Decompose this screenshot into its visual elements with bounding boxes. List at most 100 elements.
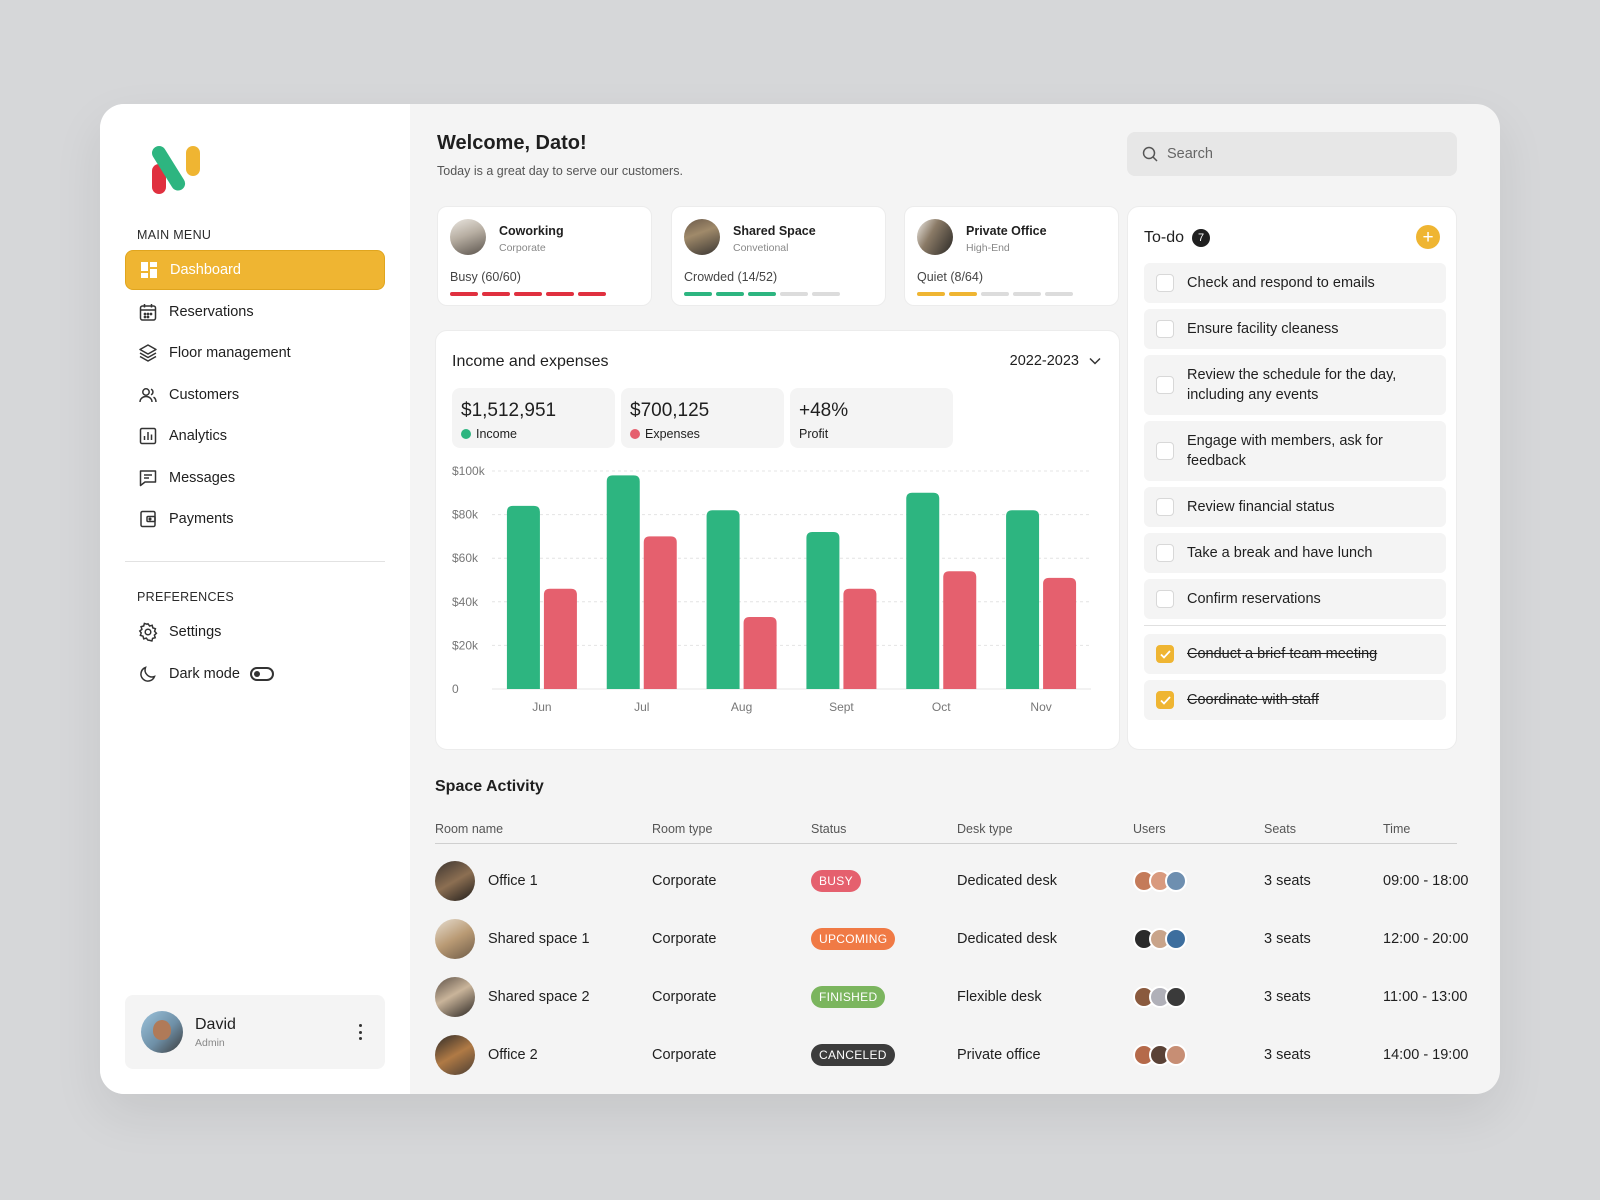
checkbox[interactable]	[1156, 590, 1174, 608]
checked-checkbox[interactable]	[1156, 691, 1174, 709]
income-bar	[1006, 510, 1040, 689]
occupancy-segment	[949, 292, 977, 296]
dark-mode-toggle[interactable]	[249, 666, 274, 681]
occupancy-segment	[514, 292, 542, 296]
room-type: Corporate	[652, 989, 717, 1005]
space-type: High-End	[966, 242, 1010, 254]
income-label: Income	[476, 427, 517, 441]
expense-bar	[943, 571, 977, 689]
checkbox[interactable]	[1156, 376, 1174, 394]
sidebar-divider	[125, 561, 385, 562]
occupancy-segment	[684, 292, 712, 296]
search-input[interactable]	[1167, 146, 1427, 162]
table-row[interactable]: Shared space 2 Corporate FINISHED Flexible …	[435, 968, 1467, 1026]
todo-item[interactable]: Take a break and have lunch	[1144, 533, 1446, 573]
x-tick-label: Jun	[532, 700, 551, 714]
sidebar-item-floor-management[interactable]: Floor management	[125, 333, 385, 373]
space-card-private-office[interactable]: Private Office High-End Quiet (8/64)	[904, 206, 1119, 306]
occupancy-segment	[981, 292, 1009, 296]
column-header[interactable]: Seats	[1264, 822, 1383, 836]
add-todo-button[interactable]: +	[1416, 225, 1440, 249]
period-value: 2022-2023	[1009, 353, 1079, 369]
checkbox[interactable]	[1156, 498, 1174, 516]
x-tick-label: Oct	[932, 700, 951, 714]
occupancy-segment	[716, 292, 744, 296]
column-header[interactable]: Users	[1133, 822, 1264, 836]
sidebar-item-dark-mode[interactable]: Dark mode	[125, 654, 385, 694]
occupancy-segment	[546, 292, 574, 296]
status-cell: CANCELED	[811, 1044, 957, 1066]
users-cell	[1133, 870, 1264, 892]
time-range: 14:00 - 19:00	[1383, 1047, 1469, 1063]
users-cell	[1133, 928, 1264, 950]
todo-item[interactable]: Check and respond to emails	[1144, 263, 1446, 303]
occupancy-segment	[450, 292, 478, 296]
space-thumbnail	[450, 219, 486, 255]
main-nav: Dashboard Reservations Floor management …	[125, 250, 385, 541]
checkbox[interactable]	[1156, 442, 1174, 460]
avatar	[1165, 1044, 1187, 1066]
sidebar-item-label: Dark mode	[169, 665, 240, 682]
column-header[interactable]: Desk type	[957, 822, 1133, 836]
todo-title-row: To-do 7	[1144, 229, 1211, 247]
column-header[interactable]: Time	[1383, 822, 1457, 836]
todo-item[interactable]: Review financial status	[1144, 487, 1446, 527]
page-title: Welcome, Dato!	[437, 132, 587, 154]
room-name-cell: Shared space 2	[435, 977, 652, 1017]
todo-item[interactable]: Engage with members, ask for feedback	[1144, 421, 1446, 481]
sidebar-item-customers[interactable]: Customers	[125, 375, 385, 415]
expense-bar	[643, 536, 677, 689]
room-name: Office 1	[488, 873, 538, 889]
sidebar-item-payments[interactable]: Payments	[125, 499, 385, 539]
table-row[interactable]: Office 1 Corporate BUSY Dedicated desk 3 sea…	[435, 852, 1468, 910]
checkbox[interactable]	[1156, 320, 1174, 338]
column-header[interactable]: Room name	[435, 822, 652, 836]
sidebar-item-reservations[interactable]: Reservations	[125, 292, 385, 332]
status-badge: CANCELED	[811, 1044, 895, 1066]
space-card-coworking[interactable]: Coworking Corporate Busy (60/60)	[437, 206, 652, 306]
table-row[interactable]: Shared space 1 Corporate UPCOMING Dedicated…	[435, 910, 1468, 968]
search-box[interactable]	[1127, 132, 1457, 176]
status-badge: FINISHED	[811, 986, 886, 1008]
income-expenses-card: Income and expenses 2022-2023 $1,512,951…	[435, 330, 1120, 750]
todo-item[interactable]: Review the schedule for the day, includi…	[1144, 355, 1446, 415]
preferences-title: PREFERENCES	[137, 590, 235, 604]
profit-stat: +48% Profit	[790, 388, 953, 448]
expenses-dot	[630, 429, 640, 439]
column-header[interactable]: Status	[811, 822, 957, 836]
search-icon	[1142, 146, 1158, 162]
space-status: Quiet (8/64)	[917, 270, 984, 284]
column-header[interactable]: Room type	[652, 822, 811, 836]
todo-item[interactable]: Coordinate with staff	[1144, 680, 1446, 720]
x-tick-label: Sept	[829, 700, 854, 714]
message-icon	[138, 468, 158, 488]
y-tick-label: 0	[452, 682, 459, 696]
occupancy-segment	[748, 292, 776, 296]
room-name: Office 2	[488, 1047, 538, 1063]
table-row[interactable]: Office 2 Corporate CANCELED Private office 3…	[435, 1026, 1469, 1084]
todo-item[interactable]: Confirm reservations	[1144, 579, 1446, 619]
sidebar-item-analytics[interactable]: Analytics	[125, 416, 385, 456]
user-name: David	[195, 1015, 236, 1033]
app-logo	[152, 146, 200, 194]
space-card-shared-space[interactable]: Shared Space Convetional Crowded (14/52)	[671, 206, 886, 306]
period-select[interactable]: 2022-2023	[1010, 353, 1101, 369]
sidebar-item-messages[interactable]: Messages	[125, 458, 385, 498]
sidebar-item-settings[interactable]: Settings	[125, 612, 385, 652]
checkbox[interactable]	[1156, 544, 1174, 562]
status-badge: BUSY	[811, 870, 861, 892]
expense-bar	[843, 588, 877, 689]
user-info: David Admin	[195, 1016, 236, 1049]
sidebar-item-dashboard[interactable]: Dashboard	[125, 250, 385, 290]
room-name-cell: Shared space 1	[435, 919, 652, 959]
todo-text: Coordinate with staff	[1187, 692, 1319, 708]
more-options-icon[interactable]	[359, 1024, 363, 1040]
chart-title: Income and expenses	[452, 353, 609, 370]
todo-item[interactable]: Ensure facility cleaness	[1144, 309, 1446, 349]
user-card[interactable]: David Admin	[125, 995, 385, 1069]
income-bar	[506, 505, 540, 689]
checked-checkbox[interactable]	[1156, 645, 1174, 663]
checkbox[interactable]	[1156, 274, 1174, 292]
occupancy-segment	[578, 292, 606, 296]
todo-item[interactable]: Conduct a brief team meeting	[1144, 634, 1446, 674]
